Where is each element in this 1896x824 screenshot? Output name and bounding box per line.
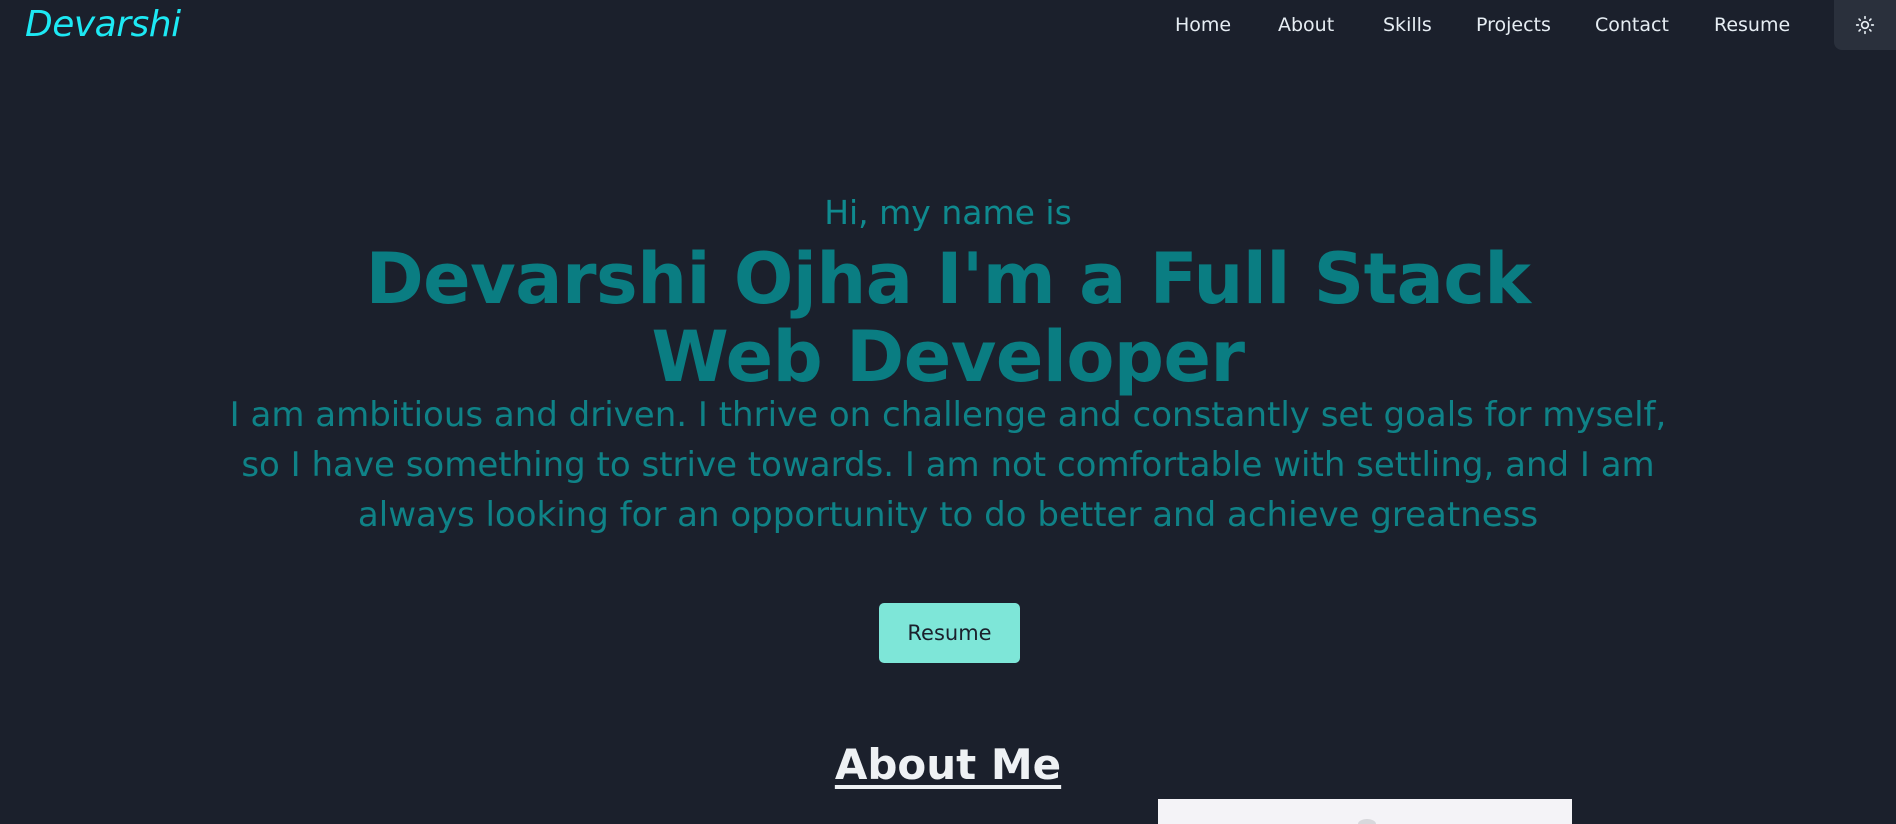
hero-greeting: Hi, my name is — [824, 193, 1072, 232]
hero-headline: Devarshi Ojha I'm a Full Stack Web Devel… — [365, 238, 1531, 398]
top-navbar: Devarshi Home About Skills Projects Cont… — [0, 0, 1896, 52]
nav-links: Home About Skills Projects Contact Resum… — [0, 14, 1896, 38]
nav-link-contact[interactable]: Contact — [1595, 14, 1669, 36]
portfolio-page: Devarshi Home About Skills Projects Cont… — [0, 0, 1896, 824]
hero-bio: I am ambitious and driven. I thrive on c… — [229, 395, 1667, 535]
photo-detail — [1358, 819, 1376, 824]
nav-link-home[interactable]: Home — [1175, 14, 1231, 36]
theme-toggle-button[interactable] — [1834, 0, 1896, 50]
about-photo — [1158, 799, 1572, 824]
nav-link-skills[interactable]: Skills — [1383, 14, 1432, 36]
about-section-title: About Me — [834, 740, 1062, 789]
sun-icon — [1855, 15, 1875, 35]
nav-link-about[interactable]: About — [1278, 14, 1334, 36]
nav-link-resume[interactable]: Resume — [1714, 14, 1790, 36]
resume-button[interactable]: Resume — [879, 603, 1020, 663]
nav-link-projects[interactable]: Projects — [1476, 14, 1551, 36]
